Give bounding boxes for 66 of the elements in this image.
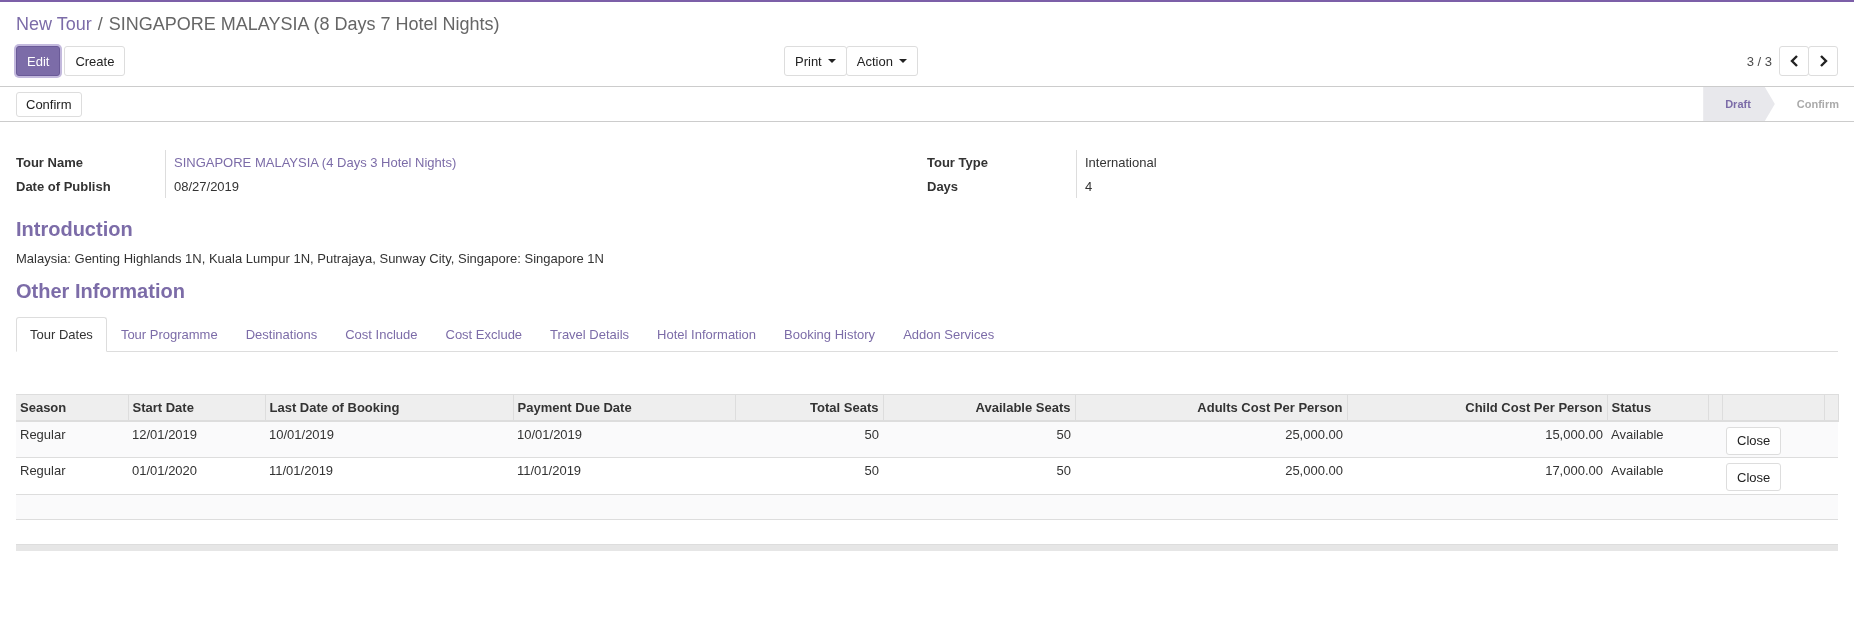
close-button[interactable]: Close — [1726, 463, 1782, 491]
field-label: Tour Type — [927, 150, 1077, 174]
tab[interactable]: Tour Dates — [16, 317, 107, 352]
table-cell: 50 — [883, 457, 1075, 495]
caret-icon — [898, 59, 907, 63]
breadcrumb-link[interactable]: New Tour — [16, 12, 92, 36]
tab[interactable]: Addon Services — [889, 317, 1009, 352]
chevron-left-icon — [1789, 55, 1799, 67]
tab[interactable]: Booking History — [770, 317, 890, 352]
field-label: Date of Publish — [16, 174, 166, 198]
table-cell: 11/01/2019 — [265, 457, 513, 495]
column-header[interactable]: Available Seats — [883, 394, 1075, 421]
tab[interactable]: Cost Exclude — [431, 317, 537, 352]
field-link[interactable]: SINGAPORE MALAYSIA (4 Days 3 Hotel Nights) — [166, 154, 457, 170]
table-cell: 10/01/2019 — [513, 420, 735, 458]
table-cell: 50 — [735, 457, 883, 495]
stage-button[interactable]: Draft — [1703, 87, 1775, 121]
table-cell: Available — [1607, 420, 1708, 458]
dropdown-button[interactable]: Print — [784, 46, 847, 76]
create-button[interactable]: Create — [64, 46, 126, 76]
caret-icon — [827, 59, 836, 63]
tab[interactable]: Hotel Information — [643, 317, 771, 352]
field-value: 08/27/2019 — [173, 178, 240, 194]
table-cell: 17,000.00 — [1347, 457, 1607, 495]
table-cell: 50 — [883, 420, 1075, 458]
column-header[interactable]: Start Date — [128, 394, 265, 421]
table-cell: 12/01/2019 — [128, 420, 265, 458]
tab[interactable]: Destinations — [231, 317, 332, 352]
table-cell: 25,000.00 — [1075, 457, 1347, 495]
section-heading: Introduction — [16, 218, 134, 241]
field-label: Days — [927, 174, 1077, 198]
introduction-text: Malaysia: Genting Highlands 1N, Kuala Lumpur 1N, Putrajaya, Sunway City, Singapore: Singapore 1N — [16, 251, 605, 266]
close-button[interactable]: Close — [1726, 426, 1782, 455]
column-header[interactable]: Payment Due Date — [513, 394, 735, 421]
field-label: Tour Name — [16, 150, 166, 174]
edit-button[interactable]: Edit — [16, 46, 61, 76]
column-header[interactable]: Last Date of Booking — [265, 394, 513, 421]
record-title: SINGAPORE MALAYSIA (8 Days 7 Hotel Nights) — [108, 13, 500, 36]
table-cell: 01/01/2020 — [128, 457, 265, 495]
table-cell: 15,000.00 — [1347, 420, 1607, 458]
chevron-right-icon — [1818, 55, 1828, 67]
column-header[interactable]: Status — [1607, 394, 1708, 421]
breadcrumb-separator: / — [97, 13, 103, 36]
table-cell: 10/01/2019 — [265, 420, 513, 458]
dropdown-button[interactable]: Action — [845, 46, 918, 76]
tab[interactable]: Tour Programme — [106, 317, 232, 352]
next-button[interactable] — [1808, 46, 1838, 76]
field-value: 4 — [1084, 178, 1093, 194]
tab[interactable]: Travel Details — [536, 317, 644, 352]
tab[interactable]: Cost Include — [331, 317, 432, 352]
table-cell: Available — [1607, 457, 1708, 495]
previous-button[interactable] — [1779, 46, 1809, 76]
table-cell: Regular — [16, 457, 128, 495]
section-heading: Other Information — [16, 280, 186, 303]
table-cell: 50 — [735, 420, 883, 458]
column-header[interactable]: Child Cost Per Person — [1347, 394, 1607, 421]
table-cell: 25,000.00 — [1075, 420, 1347, 458]
pager-value: 3 / 3 — [1746, 53, 1772, 69]
table-cell: 11/01/2019 — [513, 457, 735, 495]
table-cell: Regular — [16, 420, 128, 458]
column-header[interactable]: Adults Cost Per Person — [1075, 394, 1347, 421]
column-header[interactable]: Total Seats — [735, 394, 883, 421]
confirm-button[interactable]: Confirm — [16, 91, 82, 117]
horizontal-scrollbar[interactable] — [16, 545, 1838, 551]
column-header[interactable]: Season — [16, 394, 128, 421]
field-value: International — [1084, 154, 1157, 170]
